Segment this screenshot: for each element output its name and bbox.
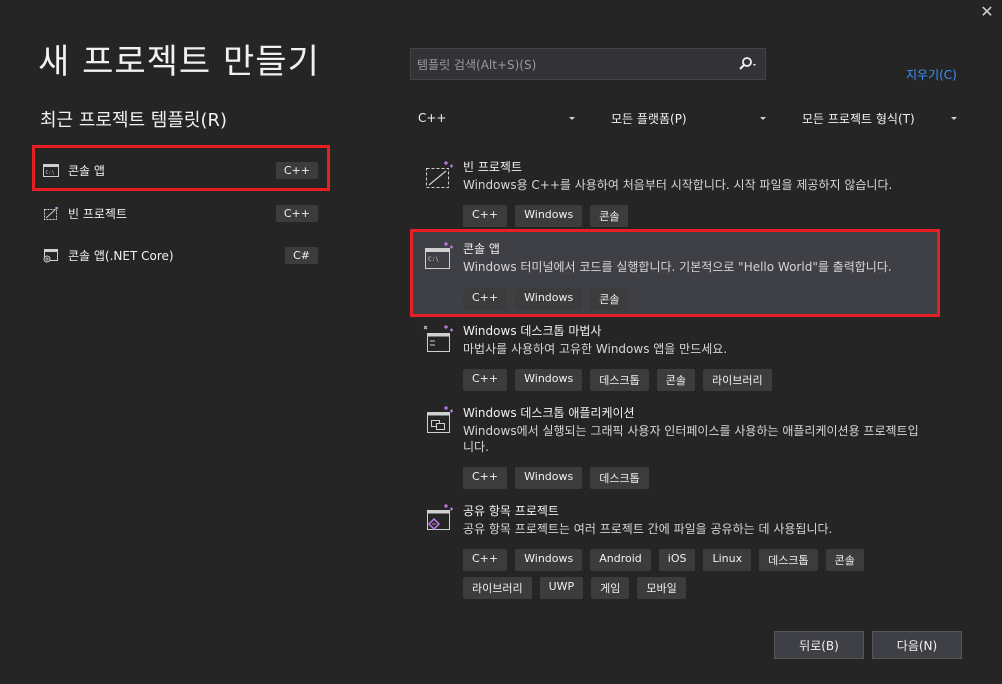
tag: 콘솔 [825,549,864,571]
template-desktop-wizard[interactable]: Windows 데스크톱 마법사 마법사를 사용하여 고유한 Windows 앱… [420,322,940,392]
template-desktop-app[interactable]: Windows 데스크톱 애플리케이션 Windows에서 실행되는 그래픽 사… [420,404,940,489]
template-name: 빈 프로젝트 [463,160,523,174]
chevron-down-icon [760,117,766,120]
tag: 데스크톱 [590,369,649,391]
tag: Windows [515,549,583,571]
tag: C++ [463,467,508,489]
tag-list: C++ Windows 데스크톱 [463,467,933,489]
recent-item-label: 빈 프로젝트 [68,206,128,221]
tag: 모바일 [637,577,686,599]
desktop-wizard-icon [422,324,454,354]
search-icon[interactable] [739,56,757,72]
search-input[interactable] [411,49,739,81]
page-title: 새 프로젝트 만들기 [38,42,320,82]
clear-filters-link[interactable]: 지우기(C) [906,66,957,83]
platform-filter-dropdown[interactable]: 모든 플랫폼(P) [611,108,767,128]
template-name: Windows 데스크톱 애플리케이션 [463,406,635,420]
recent-item-dotnet-console[interactable]: 콘솔 앱(.NET Core) C# [38,237,328,273]
tag: 데스크톱 [759,549,818,571]
tag-list: C++ Windows 데스크톱 콘솔 라이브러리 [463,369,933,391]
template-empty-project[interactable]: 빈 프로젝트 Windows용 C++를 사용하여 처음부터 시작합니다. 시작… [420,158,940,228]
template-description: Windows용 C++를 사용하여 처음부터 시작합니다. 시작 파일을 제공… [463,178,893,192]
template-description: 공유 항목 프로젝트는 여러 프로젝트 간에 파일을 공유하는 데 사용됩니다. [463,522,833,536]
language-filter-dropdown[interactable]: C++ [418,108,576,128]
recent-templates-heading: 최근 프로젝트 템플릿(R) [40,110,228,131]
tag: 데스크톱 [590,467,649,489]
chevron-down-icon [569,117,575,120]
tag: C++ [463,549,508,571]
tag: Windows [515,369,583,391]
back-button[interactable]: 뒤로(B) [774,631,864,659]
desktop-app-icon [422,406,454,436]
shared-items-icon [422,504,454,534]
tag: Windows [515,467,583,489]
template-name: Windows 데스크톱 마법사 [463,324,602,338]
empty-project-icon [422,160,454,190]
next-button[interactable]: 다음(N) [872,631,962,659]
recent-item-empty-project[interactable]: 빈 프로젝트 C++ [38,195,328,231]
tag: UWP [539,577,584,599]
chevron-down-icon [951,117,957,120]
language-badge: C++ [275,204,318,222]
tag: 라이브러리 [702,369,772,391]
template-shared-items[interactable]: 공유 항목 프로젝트 공유 항목 프로젝트는 여러 프로젝트 간에 파일을 공유… [420,502,940,599]
template-description: Windows에서 실행되는 그래픽 사용자 인터페이스를 사용하는 애플리케이… [463,424,919,454]
language-filter-label: C++ [418,111,447,125]
empty-project-icon [42,205,60,221]
tag: iOS [658,549,696,571]
tag: Android [590,549,651,571]
highlight-box [32,145,330,191]
tag: C++ [463,205,508,227]
project-type-filter-dropdown[interactable]: 모든 프로젝트 형식(T) [802,108,958,128]
dotnet-console-icon [42,247,60,263]
recent-item-label: 콘솔 앱(.NET Core) [68,248,174,263]
tag-list: C++ Windows Android iOS Linux 데스크톱 콘솔 라이… [463,549,933,599]
project-type-filter-label: 모든 프로젝트 형식(T) [802,111,915,126]
search-box[interactable] [410,48,766,81]
highlight-box [410,229,940,317]
tag: 게임 [591,577,630,599]
close-button[interactable]: ✕ [976,2,998,22]
tag: Linux [703,549,752,571]
tag: 콘솔 [590,205,629,227]
template-name: 공유 항목 프로젝트 [463,504,559,518]
language-badge: C# [285,246,318,264]
tag: 라이브러리 [463,577,532,599]
template-description: 마법사를 사용하여 고유한 Windows 앱을 만드세요. [463,342,728,356]
tag: 콘솔 [656,369,695,391]
platform-filter-label: 모든 플랫폼(P) [611,111,687,126]
tag-list: C++ Windows 콘솔 [463,205,933,227]
tag: C++ [463,369,508,391]
tag: Windows [515,205,583,227]
